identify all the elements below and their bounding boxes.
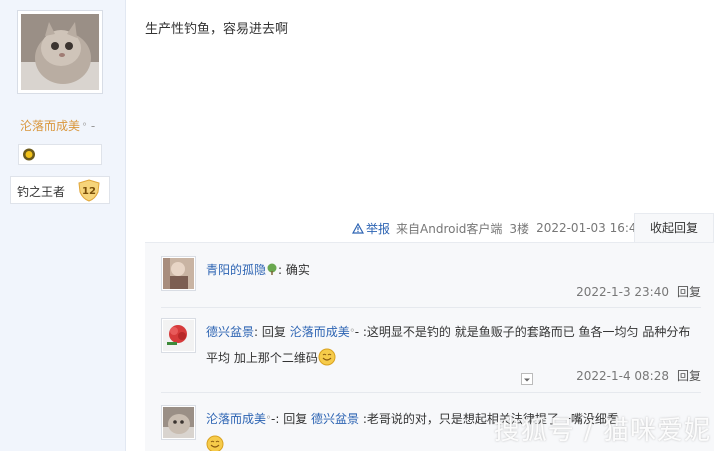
smile-emoji-icon [206, 435, 224, 451]
reply-avatar-image [163, 320, 194, 351]
post-source: 来自Android客户端 [396, 221, 503, 236]
post-floor: 3楼 [509, 221, 530, 236]
author-username-text[interactable]: 沦落而成美 [20, 119, 80, 133]
level-title: 钓之王者 [17, 185, 66, 199]
username-dash: - [90, 119, 96, 133]
reply-prefix: -: 回复 [271, 412, 312, 426]
expand-reply-button[interactable] [521, 373, 533, 385]
reply-text: : 确实 [278, 263, 310, 277]
author-avatar[interactable] [17, 10, 103, 94]
reply-avatar-image [163, 407, 194, 438]
reply-author[interactable]: 沦落而成美 [206, 412, 266, 426]
level-number: 12 [82, 186, 96, 197]
report-label[interactable]: 举报 [366, 220, 390, 237]
reply-content: 青阳的孤隐 : 确实 [206, 258, 701, 283]
warning-icon [352, 222, 364, 234]
reply-item: 青阳的孤隐 : 确实 2022-1-3 23:40 回复 [161, 256, 701, 306]
report-link[interactable]: 举报 [352, 220, 390, 237]
username-suffix: ° [82, 122, 88, 133]
reply-footer: 2022-1-3 23:40 回复 [576, 283, 701, 300]
post-content: 生产性钓鱼，容易进去啊 [145, 22, 289, 37]
reply-item: 德兴盆景: 回复 沦落而成美°- :这明显不是钓的 就是鱼贩子的套路而已 鱼各一… [161, 318, 701, 388]
reply-avatar[interactable] [161, 256, 196, 291]
post-date: 2022-01-03 16:45 [536, 221, 645, 235]
reply-time: 2022-1-3 23:40 [576, 285, 669, 299]
reply-button[interactable]: 回复 [677, 285, 701, 299]
reply-divider [161, 307, 701, 308]
post-meta: 举报 来自Android客户端 3楼 2022-01-03 16:45 [352, 220, 644, 236]
reply-avatar[interactable] [161, 405, 196, 440]
smile-emoji-icon [318, 348, 336, 366]
reply-button[interactable]: 回复 [677, 369, 701, 383]
member-badge[interactable] [18, 144, 102, 165]
sun-badge-icon [23, 148, 35, 161]
level-shield-icon: 12 [78, 179, 100, 202]
chevron-down-icon [524, 378, 530, 382]
watermark: 搜狐号 / 猫咪爱妮 [493, 416, 711, 446]
reply-avatar-image [163, 258, 194, 289]
level-badge[interactable]: 钓之王者 12 [10, 176, 110, 204]
reply-time: 2022-1-4 08:28 [576, 369, 669, 383]
author-sidebar: 沦落而成美 ° - 钓之王者 12 [0, 0, 126, 451]
reply-footer: 2022-1-4 08:28 回复 [576, 367, 701, 384]
reply-target[interactable]: 德兴盆景 [311, 412, 359, 426]
reply-avatar[interactable] [161, 318, 196, 353]
reply-prefix: : 回复 [254, 325, 290, 339]
reply-target[interactable]: 沦落而成美 [290, 325, 350, 339]
reply-author[interactable]: 德兴盆景 [206, 325, 254, 339]
cat-avatar-image [21, 14, 99, 90]
reply-author[interactable]: 青阳的孤隐 [206, 263, 266, 277]
tree-icon [267, 263, 277, 275]
fold-replies-button[interactable]: 收起回复 [634, 213, 714, 243]
author-username[interactable]: 沦落而成美 ° - [20, 117, 95, 134]
reply-content: 德兴盆景: 回复 沦落而成美°- :这明显不是钓的 就是鱼贩子的套路而已 鱼各一… [206, 320, 701, 371]
reply-divider [161, 392, 701, 393]
